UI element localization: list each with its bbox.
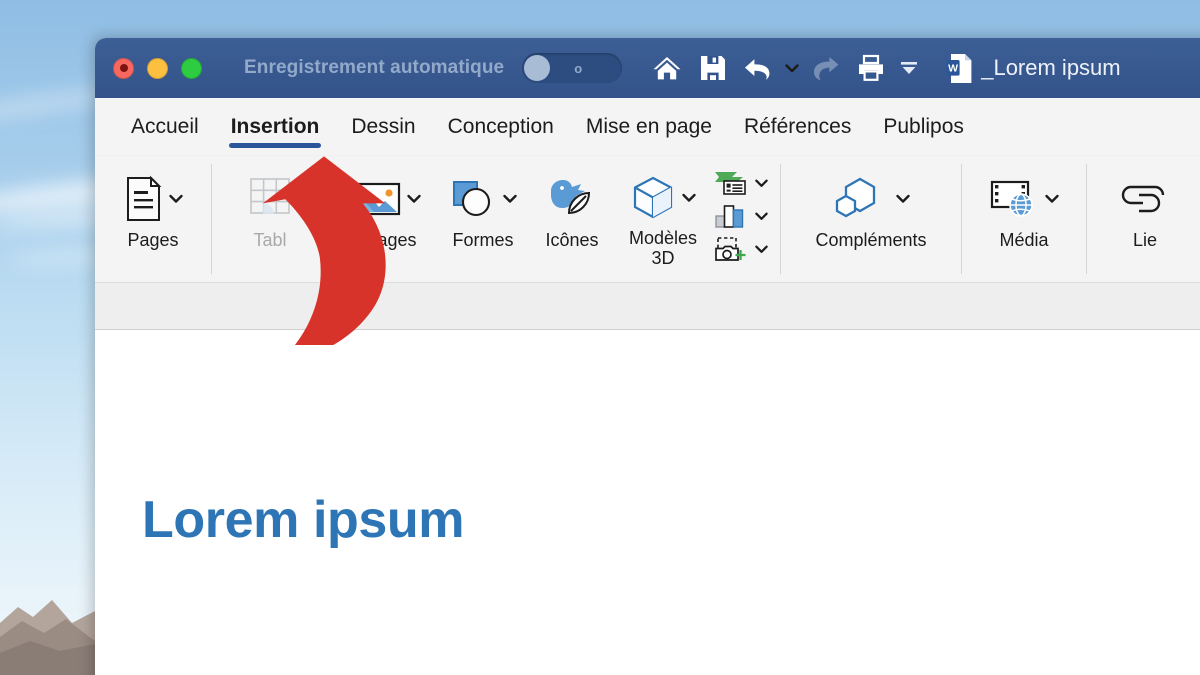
cube-3d-model-icon xyxy=(628,173,678,223)
chevron-down-icon[interactable] xyxy=(405,192,423,206)
print-icon[interactable] xyxy=(848,45,894,91)
table-button[interactable]: Tabl xyxy=(222,164,318,268)
table-icon xyxy=(245,173,295,225)
document-title-area: W _Lorem ipsum xyxy=(946,53,1120,84)
table-label: Tabl xyxy=(253,230,286,250)
media-button[interactable]: Média xyxy=(972,164,1076,268)
tab-references[interactable]: Références xyxy=(728,98,867,156)
modeles-3d-button[interactable]: Modèles 3D xyxy=(613,164,713,268)
illustrations-small-commands xyxy=(713,164,770,268)
icones-button[interactable]: Icônes xyxy=(531,164,613,268)
page-document-icon xyxy=(121,174,165,224)
complements-button[interactable]: Compléments xyxy=(791,164,951,268)
pages-button[interactable]: Pages xyxy=(105,164,201,268)
chevron-down-icon[interactable] xyxy=(1043,192,1061,206)
quick-access-toolbar xyxy=(644,45,924,91)
images-button[interactable]: Images xyxy=(339,164,435,268)
maximize-window-button[interactable] xyxy=(181,58,202,79)
link-chain-icon xyxy=(1117,175,1173,223)
smartart-button[interactable] xyxy=(713,169,770,197)
images-label: Images xyxy=(357,230,416,250)
modeles-3d-label: Modèles 3D xyxy=(629,228,697,268)
window-controls xyxy=(113,58,202,79)
chevron-down-icon[interactable] xyxy=(753,243,770,256)
complements-label: Compléments xyxy=(815,230,926,250)
media-film-globe-icon xyxy=(987,175,1041,223)
redo-icon[interactable] xyxy=(802,45,848,91)
undo-icon[interactable] xyxy=(736,45,782,91)
media-label: Média xyxy=(999,230,1048,250)
pages-label: Pages xyxy=(127,230,178,250)
icones-label: Icônes xyxy=(545,230,598,250)
icons-bird-leaf-icon xyxy=(545,175,599,223)
chevron-down-icon[interactable] xyxy=(501,192,519,206)
document-title: _Lorem ipsum xyxy=(981,55,1120,81)
document-heading: Lorem ipsum xyxy=(142,490,1200,550)
chart-button[interactable] xyxy=(713,202,770,230)
ribbon-tabbar: Accueil Insertion Dessin Conception Mise… xyxy=(95,98,1200,156)
ribbon-group-illustrations: Images Formes xyxy=(328,164,780,274)
autosave-toggle[interactable]: o xyxy=(522,53,622,83)
chevron-down-icon[interactable] xyxy=(894,192,912,206)
tab-publipostage[interactable]: Publipos xyxy=(867,98,980,156)
customize-toolbar-chevron-icon[interactable] xyxy=(894,60,924,76)
svg-text:W: W xyxy=(948,62,958,74)
chevron-down-icon[interactable] xyxy=(753,210,770,223)
autosave-state-label: o xyxy=(574,61,582,76)
home-icon[interactable] xyxy=(644,45,690,91)
ribbon-group-media: Média xyxy=(961,164,1086,274)
close-window-button[interactable] xyxy=(113,58,134,79)
word-application-window: Enregistrement automatique o xyxy=(95,38,1200,675)
chevron-down-icon[interactable] xyxy=(680,191,698,205)
undo-chevron-icon[interactable] xyxy=(782,62,802,74)
ribbon-group-links: Lie xyxy=(1086,164,1200,274)
screenshot-camera-icon xyxy=(713,236,747,262)
ribbon-toolbar: Pages Ta xyxy=(95,156,1200,282)
tab-mise-en-page[interactable]: Mise en page xyxy=(570,98,728,156)
document-page[interactable]: Lorem ipsum xyxy=(95,330,1200,675)
liens-label: Lie xyxy=(1133,230,1157,250)
shapes-square-circle-icon xyxy=(447,175,499,223)
save-icon[interactable] xyxy=(690,45,736,91)
ribbon-bottom-strip xyxy=(95,282,1200,330)
bar-chart-icon xyxy=(713,203,747,229)
liens-button[interactable]: Lie xyxy=(1097,164,1193,268)
formes-button[interactable]: Formes xyxy=(435,164,531,268)
minimize-window-button[interactable] xyxy=(147,58,168,79)
formes-label: Formes xyxy=(452,230,513,250)
chevron-down-icon[interactable] xyxy=(753,177,770,190)
autosave-label: Enregistrement automatique xyxy=(244,57,504,79)
picture-mountain-icon xyxy=(351,175,403,223)
window-titlebar: Enregistrement automatique o xyxy=(95,38,1200,98)
word-document-icon: W xyxy=(946,53,973,84)
tab-dessin[interactable]: Dessin xyxy=(335,98,431,156)
screenshot-button[interactable] xyxy=(713,235,770,263)
ribbon-group-pages: Pages xyxy=(95,164,211,274)
ribbon-group-tables: Tabl xyxy=(211,164,328,274)
tab-conception[interactable]: Conception xyxy=(432,98,570,156)
hexagon-addins-icon xyxy=(830,174,892,224)
tab-insertion[interactable]: Insertion xyxy=(215,98,336,156)
smartart-icon xyxy=(713,170,747,196)
autosave-toggle-knob xyxy=(524,55,550,81)
tab-accueil[interactable]: Accueil xyxy=(115,98,215,156)
chevron-down-icon[interactable] xyxy=(167,192,185,206)
ribbon-group-addins: Compléments xyxy=(780,164,961,274)
